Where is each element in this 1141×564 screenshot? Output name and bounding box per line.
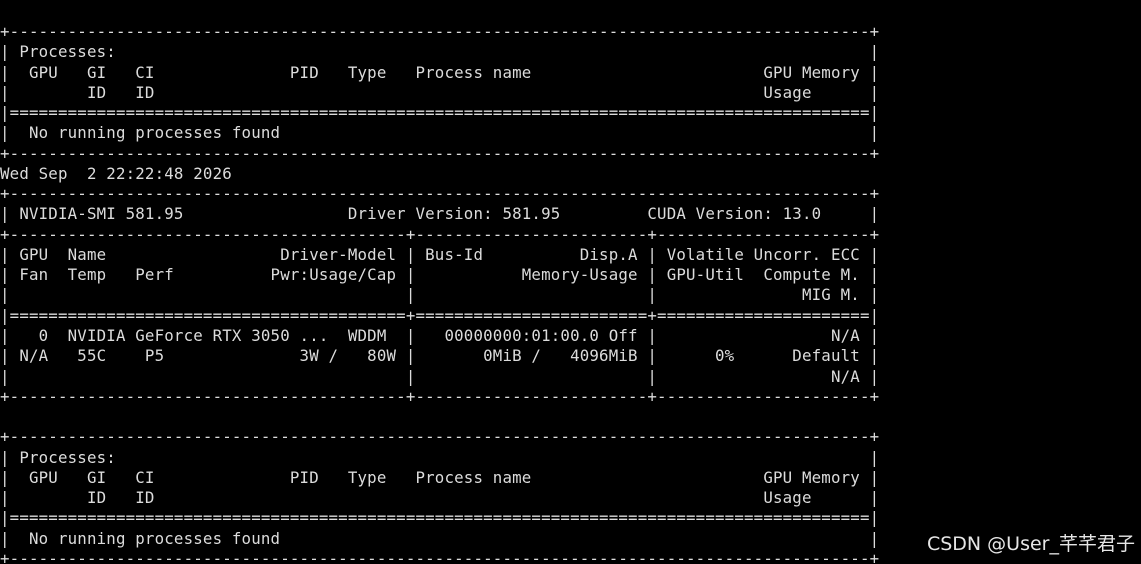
terminal-line: +---------------------------------------… — [0, 548, 880, 564]
terminal-line: | Processes: | — [0, 447, 880, 467]
terminal-line: |=======================================… — [0, 305, 880, 325]
terminal-line: +---------------------------------------… — [0, 427, 880, 447]
terminal-line: +---------------------------------------… — [0, 386, 880, 406]
terminal-line: +---------------------------------------… — [0, 184, 880, 204]
terminal-line: +---------------------------------------… — [0, 224, 880, 244]
terminal-line: | GPU GI CI PID Type Process name GPU Me… — [0, 467, 880, 487]
terminal-line: |=======================================… — [0, 508, 880, 528]
terminal-line: | No running processes found | — [0, 528, 880, 548]
terminal-line: +---------------------------------------… — [0, 22, 880, 41]
terminal-line: |=======================================… — [0, 103, 880, 123]
terminal-output: +---------------------------------------… — [0, 22, 879, 564]
terminal-line: | ID ID Usage | — [0, 82, 880, 102]
terminal-line: | N/A 55C P5 3W / 80W | 0MiB / 4096MiB |… — [0, 346, 880, 366]
terminal-line: | NVIDIA-SMI 581.95 Driver Version: 581.… — [0, 204, 880, 224]
terminal-line: | No running processes found | — [0, 123, 880, 143]
terminal-line: | ID ID Usage | — [0, 488, 880, 508]
terminal-window[interactable]: +---------------------------------------… — [0, 0, 1141, 564]
terminal-line: Wed Sep 2 22:22:48 2026 — [0, 163, 232, 183]
terminal-line: | GPU Name Driver-Model | Bus-Id Disp.A … — [0, 244, 880, 264]
terminal-line: | Processes: | — [0, 42, 880, 62]
terminal-line: | 0 NVIDIA GeForce RTX 3050 ... WDDM | 0… — [0, 325, 880, 345]
terminal-line: | | | N/A | — [0, 366, 880, 386]
terminal-line: +---------------------------------------… — [0, 143, 880, 163]
terminal-line: | Fan Temp Perf Pwr:Usage/Cap | Memory-U… — [0, 265, 880, 285]
watermark: CSDN @User_芊芊君子 — [926, 533, 1135, 555]
terminal-line: | GPU GI CI PID Type Process name GPU Me… — [0, 62, 880, 82]
terminal-line: | | | MIG M. | — [0, 285, 880, 305]
